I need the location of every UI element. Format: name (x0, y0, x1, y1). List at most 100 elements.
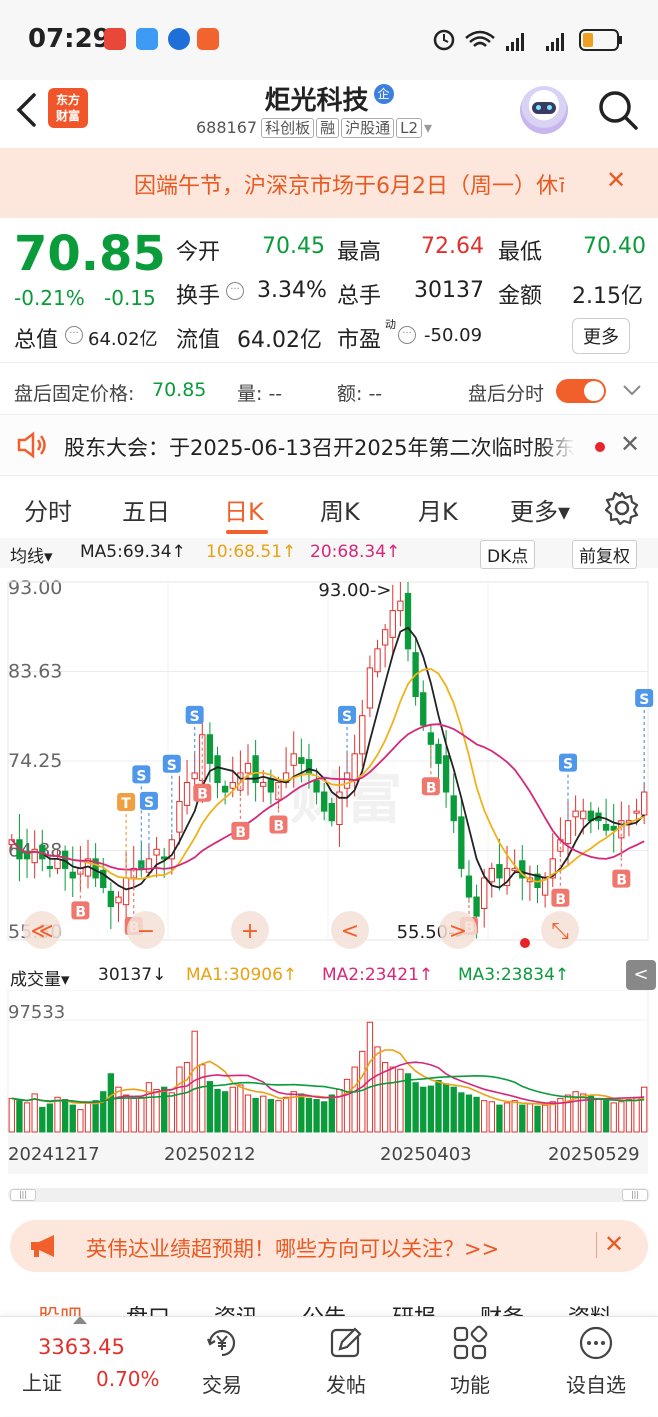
close-meeting-notice-icon[interactable]: ✕ (620, 430, 640, 458)
change-amount: -0.15 (104, 286, 156, 310)
candle (328, 802, 335, 822)
volume-bar (496, 1104, 503, 1133)
after-hours-toggle[interactable] (556, 379, 606, 403)
volume-bar (206, 1081, 214, 1133)
grid-functions-icon (453, 1325, 488, 1360)
range-scrollbar[interactable]: ||| ||| (8, 1188, 650, 1202)
candle (450, 795, 457, 822)
indicator-select[interactable]: 均线▾ (10, 542, 53, 567)
settings-gear-icon[interactable] (604, 490, 640, 526)
volume-bar (412, 1082, 419, 1133)
tab-timeshare[interactable]: 分时 (24, 492, 72, 527)
tab-monthly-k[interactable]: 月K (418, 492, 458, 527)
pe-value: -50.09 (424, 325, 483, 346)
tab-more[interactable]: 更多▾ (510, 492, 570, 527)
open-value: 70.45 (262, 234, 325, 259)
signal-marker-label: B (197, 787, 208, 803)
more-quote-button[interactable]: 更多 (572, 318, 630, 354)
volume-bar (587, 1095, 595, 1133)
candlestick-chart[interactable]: 93.0083.6374.2564.8855.50财富93.00->55.50-… (0, 568, 658, 960)
range-handle-left[interactable]: ||| (10, 1189, 36, 1201)
candle (351, 753, 358, 782)
signal-marker-label: B (426, 780, 437, 796)
index-percent: 0.70% (96, 1367, 160, 1391)
signal-marker-label: B (616, 873, 627, 889)
after-hours-price: 70.85 (152, 379, 207, 401)
date-tick-label: 20241217 (8, 1144, 100, 1165)
volume-bar (214, 1088, 221, 1133)
status-time: 07:29 (28, 24, 111, 54)
tab-weekly-k[interactable]: 周K (320, 492, 360, 527)
collapse-side-panel-icon[interactable]: < (626, 960, 656, 990)
signal-marker-label: S (167, 758, 177, 774)
pe-info-icon[interactable]: ··· (398, 326, 416, 344)
volume-chart[interactable]: 97533 20241217 20250212 20250403 20250529 (0, 990, 658, 1180)
candle (564, 820, 572, 845)
candle (381, 629, 389, 646)
close-notice-icon[interactable]: ✕ (606, 166, 626, 194)
volume-bar (84, 1102, 92, 1133)
volume-bar (321, 1101, 328, 1133)
system-status-icons (433, 29, 622, 51)
promo-divider (596, 1232, 597, 1258)
price-adjust-button[interactable]: 前复权 (572, 540, 637, 569)
volume-bar (199, 1064, 206, 1133)
blue-chat-icon (136, 28, 158, 50)
candle (153, 848, 160, 856)
after-hours-label: 盘后固定价格: (14, 383, 135, 405)
volume-bar (602, 1100, 610, 1133)
volume-bar (465, 1094, 473, 1133)
turnover-value: 3.34% (257, 278, 327, 303)
blue-browser-icon (168, 28, 190, 50)
market-cap-info-icon[interactable]: ··· (65, 326, 83, 344)
volume-label: 总手 (337, 284, 382, 309)
holiday-notice-banner[interactable]: 因端午节，沪深京市场于6月2日（周一）休市 ✕ (0, 148, 658, 218)
candle (496, 864, 503, 879)
vol-ma2-legend: MA2:23421↑ (322, 965, 434, 985)
turnover-info-icon[interactable]: ··· (226, 282, 244, 300)
volume-bar (397, 1068, 404, 1133)
close-promo-icon[interactable]: ✕ (604, 1230, 624, 1258)
candle (374, 648, 381, 673)
volume-indicator-select[interactable]: 成交量▾ (10, 965, 70, 990)
volume-bar (229, 1086, 236, 1133)
open-label: 今开 (176, 240, 221, 265)
volume-bar (328, 1094, 335, 1133)
promo-banner[interactable]: 英伟达业绩超预期！哪些方向可以关注？>> ✕ (10, 1220, 648, 1272)
meeting-notice-text: 股东大会：于2025-06-13召开2025年第二次临时股东大会 (64, 436, 584, 460)
y-tick-label: 93.00 (8, 577, 62, 599)
date-tick-label: 20250212 (164, 1144, 256, 1165)
volume-bar (541, 1104, 549, 1133)
signal-marker-label: B (75, 904, 86, 920)
after-hours-volume: 量: -- (237, 383, 283, 405)
volume-bar (404, 1073, 412, 1133)
volume-bar (237, 1084, 244, 1133)
signal-marker-label: S (144, 795, 154, 811)
volume-bar (77, 1109, 84, 1133)
robot-assistant-icon[interactable] (520, 86, 568, 134)
holiday-notice-text: 因端午节，沪深京市场于6月2日（周一）休市 (134, 174, 564, 199)
pe-dynamic-mark: 动 (385, 318, 396, 331)
candle (404, 592, 412, 650)
tab-daily-k[interactable]: 日K (224, 492, 264, 527)
kline-chart-area[interactable]: 均线▾ MA5:69.34↑ 10:68.51↑ 20:68.34↑ DK点 前… (0, 538, 658, 1218)
volume-bar (260, 1095, 267, 1133)
candle (46, 865, 54, 869)
nav-trade-label: 交易 (202, 1373, 242, 1397)
range-handle-right[interactable]: ||| (622, 1189, 648, 1201)
volume-bar (534, 1105, 541, 1133)
previous-icon: < (341, 919, 359, 944)
volume-bar (183, 1062, 191, 1133)
amount-value: 2.15亿 (572, 284, 643, 309)
candle (458, 816, 465, 869)
candle (229, 781, 236, 789)
dk-point-button[interactable]: DK点 (480, 540, 536, 569)
search-icon[interactable] (596, 88, 640, 132)
tab-five-day[interactable]: 五日 (122, 492, 170, 527)
shareholder-meeting-notice[interactable]: 股东大会：于2025-06-13召开2025年第二次临时股东大会 ✕ (0, 414, 658, 476)
index-ticker[interactable]: 3363.45 上证 0.70% (0, 1316, 160, 1417)
chevron-down-icon[interactable] (622, 383, 642, 397)
volume-bar (641, 1086, 648, 1133)
trade-yen-icon (206, 1329, 236, 1357)
signal-marker-label: S (190, 709, 200, 725)
